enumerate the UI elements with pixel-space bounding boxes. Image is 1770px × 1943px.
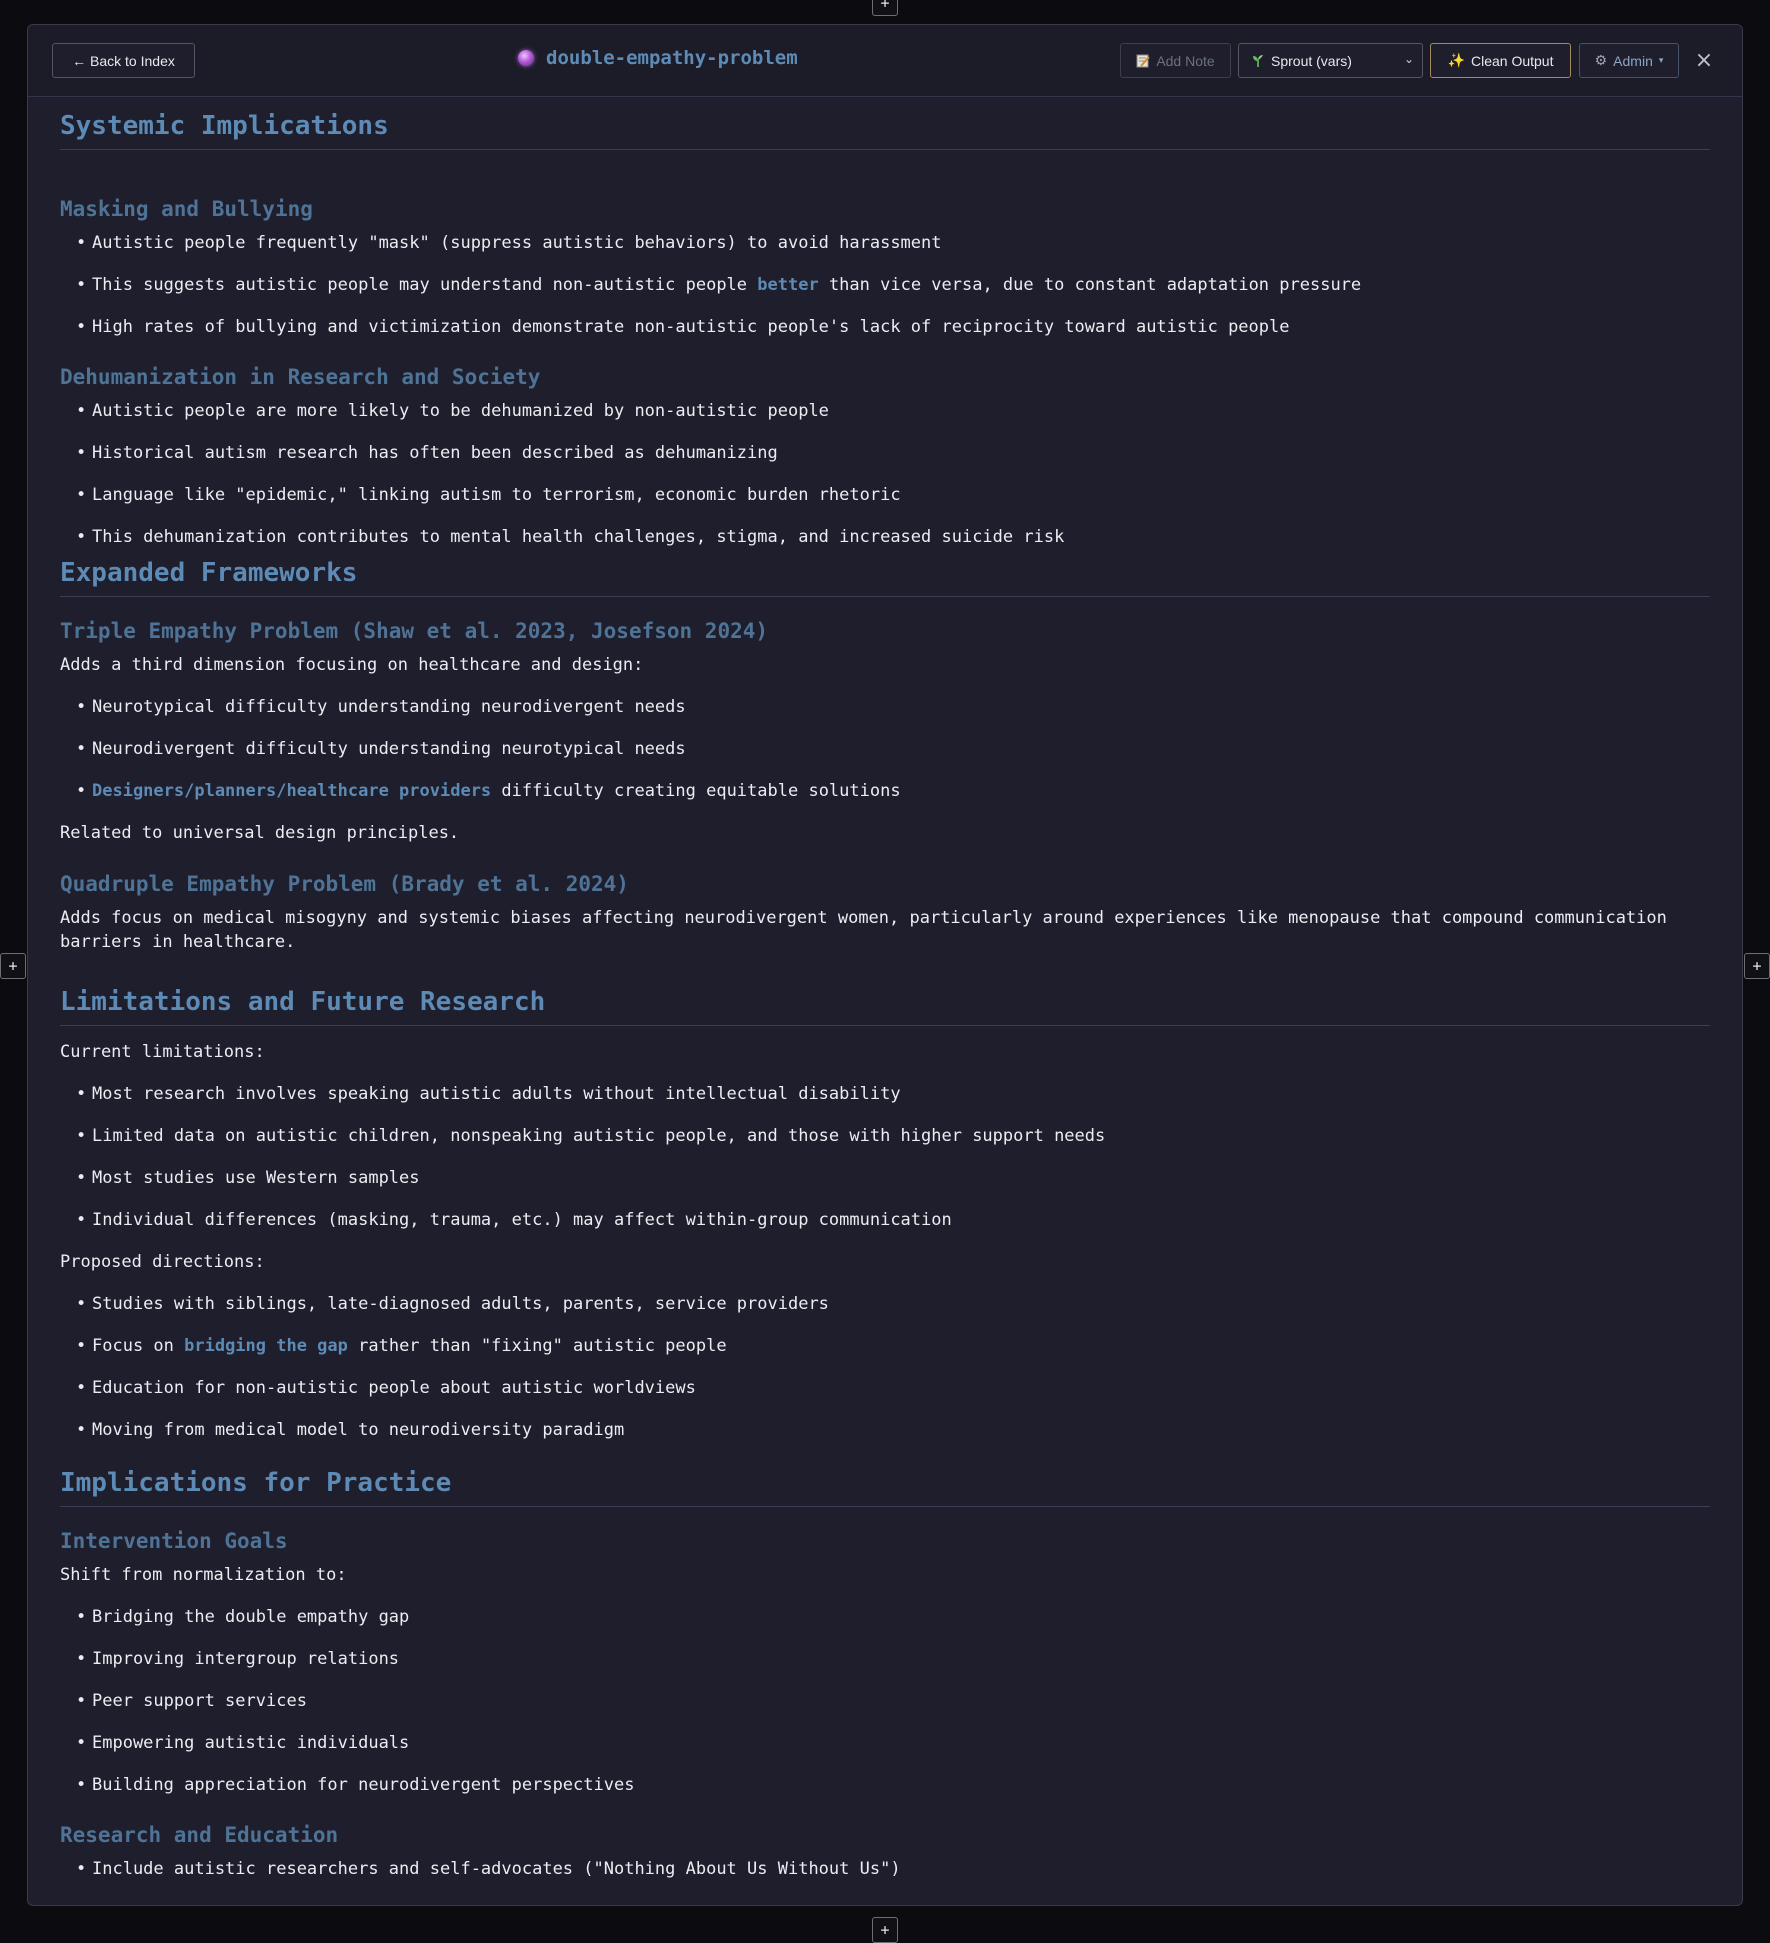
list-item: Empowering autistic individuals bbox=[60, 1731, 1710, 1755]
admin-menu-button[interactable]: ⚙ Admin ▾ bbox=[1579, 43, 1679, 78]
document-modal: ← Back to Index double-empathy-problem A… bbox=[27, 24, 1743, 1906]
list-item: Building appreciation for neurodivergent… bbox=[60, 1773, 1710, 1797]
subsection-research-education: Research and Education Include autistic … bbox=[60, 1823, 1710, 1899]
list-item-text: This suggests autistic people may unders… bbox=[92, 275, 757, 295]
list-item-text: rather than "fixing" autistic people bbox=[348, 1336, 727, 1356]
section-limitations: Limitations and Future Research Current … bbox=[60, 987, 1710, 1460]
list-item: Designers/planners/healthcare providers … bbox=[60, 779, 1710, 803]
list-item: Include autistic researchers and self-ad… bbox=[60, 1857, 1710, 1881]
list-item: Education for non-autistic people about … bbox=[60, 1376, 1710, 1400]
list-item: Focus on bridging the gap rather than "f… bbox=[60, 1334, 1710, 1358]
list-item: Studies with siblings, late-diagnosed ad… bbox=[60, 1292, 1710, 1316]
bullet-list: Autistic people frequently "mask" (suppr… bbox=[60, 231, 1710, 339]
list-item: Moving from medical model to neurodivers… bbox=[60, 1418, 1710, 1442]
subsection-heading: Triple Empathy Problem (Shaw et al. 2023… bbox=[60, 619, 1710, 643]
add-below-button[interactable]: + bbox=[872, 1917, 898, 1943]
add-right-button[interactable]: + bbox=[1744, 953, 1770, 979]
bullet-list: Bridging the double empathy gap Improvin… bbox=[60, 1605, 1710, 1797]
paragraph: Related to universal design principles. bbox=[60, 821, 1710, 845]
list-item: Historical autism research has often bee… bbox=[60, 441, 1710, 465]
list-item: Neurodivergent difficulty understanding … bbox=[60, 737, 1710, 761]
list-item: Autistic people are more likely to be de… bbox=[60, 399, 1710, 423]
subsection-heading: Masking and Bullying bbox=[60, 197, 1710, 221]
paragraph: Adds a third dimension focusing on healt… bbox=[60, 653, 1710, 677]
list-item: Bridging the double empathy gap bbox=[60, 1605, 1710, 1629]
inline-link-designers[interactable]: Designers/planners/healthcare providers bbox=[92, 781, 491, 801]
document-title: double-empathy-problem bbox=[518, 47, 798, 69]
add-note-button[interactable]: Add Note bbox=[1120, 43, 1231, 78]
subsection-heading: Quadruple Empathy Problem (Brady et al. … bbox=[60, 872, 1710, 896]
sprout-icon bbox=[1251, 54, 1265, 68]
add-note-label: Add Note bbox=[1156, 53, 1214, 69]
inline-link-bridging-gap[interactable]: bridging the gap bbox=[184, 1336, 348, 1356]
clean-output-label: Clean Output bbox=[1471, 53, 1554, 69]
list-item: High rates of bullying and victimization… bbox=[60, 315, 1710, 339]
list-item: Most studies use Western samples bbox=[60, 1166, 1710, 1190]
add-above-button[interactable]: + bbox=[872, 0, 898, 16]
subsection-triple-empathy: Triple Empathy Problem (Shaw et al. 2023… bbox=[60, 619, 1710, 845]
list-item: Neurotypical difficulty understanding ne… bbox=[60, 695, 1710, 719]
paragraph: Current limitations: bbox=[60, 1040, 1710, 1064]
subsection-heading: Dehumanization in Research and Society bbox=[60, 365, 1710, 389]
add-left-button[interactable]: + bbox=[0, 953, 26, 979]
list-item: Limited data on autistic children, nonsp… bbox=[60, 1124, 1710, 1148]
list-item: This dehumanization contributes to menta… bbox=[60, 525, 1710, 549]
inline-link-better[interactable]: better bbox=[757, 275, 818, 295]
list-item-text: than vice versa, due to constant adaptat… bbox=[819, 275, 1361, 295]
section-heading: Limitations and Future Research bbox=[60, 987, 1710, 1026]
admin-label: Admin bbox=[1613, 53, 1653, 69]
close-button[interactable]: × bbox=[1690, 47, 1718, 75]
sparkles-icon: ✨ bbox=[1448, 52, 1465, 69]
paragraph: Adds focus on medical misogyny and syste… bbox=[60, 906, 1710, 954]
caret-down-icon: ▾ bbox=[1659, 55, 1664, 66]
sprout-select-value: Sprout (vars) bbox=[1271, 53, 1352, 69]
list-item: Improving intergroup relations bbox=[60, 1647, 1710, 1671]
subsection-intervention-goals: Intervention Goals Shift from normalizat… bbox=[60, 1529, 1710, 1815]
section-heading: Implications for Practice bbox=[60, 1468, 1710, 1507]
document-title-text: double-empathy-problem bbox=[546, 47, 798, 69]
document-content: Systemic Implications Masking and Bullyi… bbox=[60, 97, 1710, 1905]
paragraph: Proposed directions: bbox=[60, 1250, 1710, 1274]
paragraph: Shift from normalization to: bbox=[60, 1563, 1710, 1587]
list-item: Language like "epidemic," linking autism… bbox=[60, 483, 1710, 507]
chevron-down-icon: ⌄ bbox=[1404, 52, 1414, 66]
section-heading: Systemic Implications bbox=[60, 111, 1710, 150]
bullet-list: Neurotypical difficulty understanding ne… bbox=[60, 695, 1710, 803]
list-item: Peer support services bbox=[60, 1689, 1710, 1713]
subsection-heading: Intervention Goals bbox=[60, 1529, 1710, 1553]
section-implications-practice: Implications for Practice bbox=[60, 1468, 1710, 1507]
list-item: This suggests autistic people may unders… bbox=[60, 273, 1710, 297]
subsection-heading: Research and Education bbox=[60, 1823, 1710, 1847]
gear-icon: ⚙ bbox=[1595, 52, 1608, 69]
bullet-list: Most research involves speaking autistic… bbox=[60, 1082, 1710, 1232]
back-label: ← Back to Index bbox=[72, 53, 175, 69]
subsection-quadruple-empathy: Quadruple Empathy Problem (Brady et al. … bbox=[60, 872, 1710, 954]
bullet-list: Autistic people are more likely to be de… bbox=[60, 399, 1710, 549]
back-to-index-button[interactable]: ← Back to Index bbox=[52, 43, 195, 78]
list-item: Autistic people frequently "mask" (suppr… bbox=[60, 231, 1710, 255]
subsection-masking: Masking and Bullying Autistic people fre… bbox=[60, 197, 1710, 357]
subsection-dehumanization: Dehumanization in Research and Society A… bbox=[60, 365, 1710, 567]
modal-header: ← Back to Index double-empathy-problem A… bbox=[28, 25, 1742, 97]
section-expanded-frameworks: Expanded Frameworks bbox=[60, 558, 1710, 597]
sprout-select[interactable]: Sprout (vars) ⌄ bbox=[1238, 43, 1423, 78]
note-icon bbox=[1136, 54, 1150, 68]
bullet-list: Include autistic researchers and self-ad… bbox=[60, 1857, 1710, 1881]
list-item: Most research involves speaking autistic… bbox=[60, 1082, 1710, 1106]
list-item-text: Focus on bbox=[92, 1336, 184, 1356]
section-heading: Expanded Frameworks bbox=[60, 558, 1710, 597]
list-item: Individual differences (masking, trauma,… bbox=[60, 1208, 1710, 1232]
list-item-text: difficulty creating equitable solutions bbox=[491, 781, 900, 801]
crystal-ball-icon bbox=[518, 50, 534, 66]
section-systemic-implications: Systemic Implications bbox=[60, 111, 1710, 150]
bullet-list: Studies with siblings, late-diagnosed ad… bbox=[60, 1292, 1710, 1442]
clean-output-button[interactable]: ✨ Clean Output bbox=[1430, 43, 1571, 78]
